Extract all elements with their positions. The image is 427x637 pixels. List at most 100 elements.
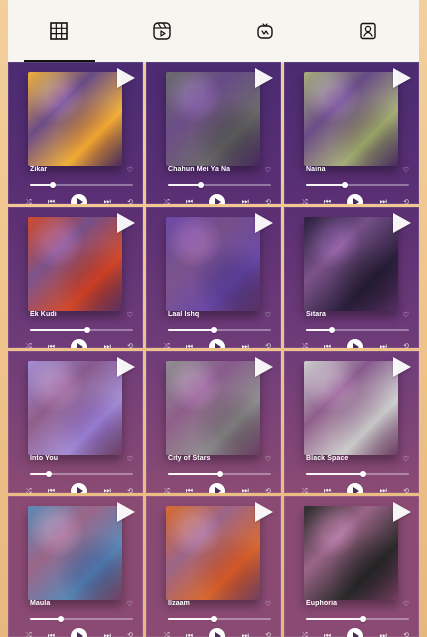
play-button[interactable]	[209, 338, 226, 348]
previous-icon[interactable]: ⏮	[48, 631, 55, 637]
album-art[interactable]	[28, 361, 122, 455]
album-art[interactable]	[304, 216, 398, 311]
next-icon[interactable]: ⏭	[242, 198, 249, 204]
repeat-icon[interactable]: ⟲	[265, 488, 271, 493]
shuffle-icon[interactable]: ⤮	[26, 199, 32, 204]
previous-icon[interactable]: ⏮	[324, 342, 331, 348]
repeat-icon[interactable]: ⟲	[403, 343, 409, 348]
repeat-icon[interactable]: ⟲	[403, 632, 409, 637]
previous-icon[interactable]: ⏮	[48, 342, 55, 348]
tab-reels[interactable]	[111, 0, 214, 62]
tab-igtv[interactable]	[214, 0, 317, 62]
like-icon[interactable]: ♡	[403, 311, 409, 319]
post-card[interactable]: City of Stars ♡ ⤮ ⏮ ⏭ ⟲	[146, 351, 281, 493]
like-icon[interactable]: ♡	[265, 455, 271, 463]
progress-bar[interactable]	[30, 615, 133, 622]
like-icon[interactable]: ♡	[403, 600, 409, 608]
previous-icon[interactable]: ⏮	[186, 342, 193, 348]
play-overlay-icon[interactable]	[393, 501, 411, 522]
shuffle-icon[interactable]: ⤮	[26, 632, 32, 637]
next-icon[interactable]: ⏭	[380, 631, 387, 637]
album-art[interactable]	[304, 505, 398, 600]
repeat-icon[interactable]: ⟲	[127, 632, 133, 637]
previous-icon[interactable]: ⏮	[48, 198, 55, 204]
progress-bar[interactable]	[168, 182, 271, 188]
album-art[interactable]	[28, 505, 122, 600]
post-card[interactable]: Ilzaam ♡ ⤮ ⏮ ⏭ ⟲	[146, 495, 281, 637]
next-icon[interactable]: ⏭	[380, 487, 387, 493]
play-button[interactable]	[71, 338, 88, 348]
repeat-icon[interactable]: ⟲	[127, 488, 133, 493]
next-icon[interactable]: ⏭	[104, 631, 111, 637]
post-card[interactable]: Zikar ♡ ⤮ ⏮ ⏭ ⟲	[8, 62, 143, 204]
previous-icon[interactable]: ⏮	[324, 631, 331, 637]
previous-icon[interactable]: ⏮	[324, 198, 331, 204]
like-icon[interactable]: ♡	[127, 311, 133, 319]
progress-bar[interactable]	[168, 471, 271, 477]
post-card[interactable]: Naina ♡ ⤮ ⏮ ⏭ ⟲	[284, 62, 419, 204]
repeat-icon[interactable]: ⟲	[265, 343, 271, 348]
like-icon[interactable]: ♡	[403, 455, 409, 463]
previous-icon[interactable]: ⏮	[186, 631, 193, 637]
play-overlay-icon[interactable]	[255, 212, 273, 233]
shuffle-icon[interactable]: ⤮	[302, 488, 308, 493]
like-icon[interactable]: ♡	[127, 166, 133, 174]
shuffle-icon[interactable]: ⤮	[164, 199, 170, 204]
previous-icon[interactable]: ⏮	[186, 198, 193, 204]
progress-bar[interactable]	[168, 326, 271, 333]
post-card[interactable]: Chahun Mei Ya Na ♡ ⤮ ⏮ ⏭ ⟲	[146, 62, 281, 204]
next-icon[interactable]: ⏭	[104, 487, 111, 493]
repeat-icon[interactable]: ⟲	[265, 632, 271, 637]
shuffle-icon[interactable]: ⤮	[26, 488, 32, 493]
progress-bar[interactable]	[306, 326, 409, 333]
progress-bar[interactable]	[30, 182, 133, 188]
progress-bar[interactable]	[30, 471, 133, 477]
shuffle-icon[interactable]: ⤮	[164, 632, 170, 637]
previous-icon[interactable]: ⏮	[186, 487, 193, 493]
shuffle-icon[interactable]: ⤮	[164, 488, 170, 493]
play-overlay-icon[interactable]	[255, 68, 273, 88]
post-card[interactable]: Sitara ♡ ⤮ ⏮ ⏭ ⟲	[284, 206, 419, 348]
shuffle-icon[interactable]: ⤮	[26, 343, 32, 348]
album-art[interactable]	[166, 505, 260, 600]
play-overlay-icon[interactable]	[393, 68, 411, 88]
next-icon[interactable]: ⏭	[242, 487, 249, 493]
post-card[interactable]: Ek Kudi ♡ ⤮ ⏮ ⏭ ⟲	[8, 206, 143, 348]
tab-tagged[interactable]	[316, 0, 419, 62]
album-art[interactable]	[28, 216, 122, 311]
album-art[interactable]	[166, 72, 260, 166]
play-overlay-icon[interactable]	[117, 501, 135, 522]
play-button[interactable]	[71, 194, 88, 204]
play-button[interactable]	[71, 483, 88, 493]
repeat-icon[interactable]: ⟲	[265, 199, 271, 204]
play-button[interactable]	[209, 194, 226, 204]
play-overlay-icon[interactable]	[117, 68, 135, 88]
play-button[interactable]	[209, 483, 226, 493]
post-card[interactable]: Laal Ishq ♡ ⤮ ⏮ ⏭ ⟲	[146, 206, 281, 348]
play-button[interactable]	[347, 627, 364, 637]
repeat-icon[interactable]: ⟲	[403, 488, 409, 493]
progress-bar[interactable]	[306, 182, 409, 188]
play-button[interactable]	[71, 627, 88, 637]
shuffle-icon[interactable]: ⤮	[302, 343, 308, 348]
album-art[interactable]	[304, 361, 398, 455]
repeat-icon[interactable]: ⟲	[127, 343, 133, 348]
post-card[interactable]: Into You ♡ ⤮ ⏮ ⏭ ⟲	[8, 351, 143, 493]
play-overlay-icon[interactable]	[117, 212, 135, 233]
repeat-icon[interactable]: ⟲	[127, 199, 133, 204]
progress-bar[interactable]	[306, 615, 409, 622]
play-overlay-icon[interactable]	[393, 212, 411, 233]
next-icon[interactable]: ⏭	[380, 198, 387, 204]
progress-bar[interactable]	[30, 326, 133, 333]
like-icon[interactable]: ♡	[127, 455, 133, 463]
post-card[interactable]: Black Space ♡ ⤮ ⏮ ⏭ ⟲	[284, 351, 419, 493]
shuffle-icon[interactable]: ⤮	[302, 199, 308, 204]
album-art[interactable]	[28, 72, 122, 166]
like-icon[interactable]: ♡	[127, 600, 133, 608]
previous-icon[interactable]: ⏮	[48, 487, 55, 493]
next-icon[interactable]: ⏭	[104, 342, 111, 348]
next-icon[interactable]: ⏭	[104, 198, 111, 204]
album-art[interactable]	[304, 72, 398, 166]
next-icon[interactable]: ⏭	[242, 342, 249, 348]
next-icon[interactable]: ⏭	[242, 631, 249, 637]
